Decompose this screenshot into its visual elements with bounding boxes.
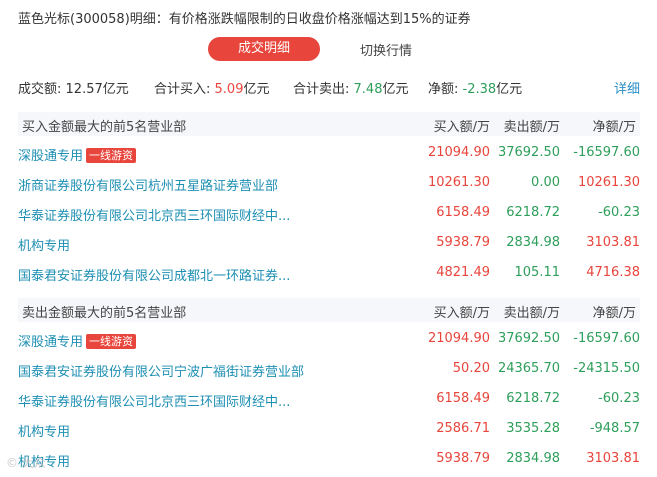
buy-total-value: 5.09 (214, 82, 244, 97)
buy-total-unit: 亿元 (243, 82, 270, 97)
broker-name-text: 国泰君安证券股份有限公司宁波广福街证券营业部 (18, 365, 305, 380)
table-row[interactable]: 华泰证券股份有限公司北京西三环国际财经中... 6158.49 6218.72 -60… (18, 388, 640, 410)
sell-total-unit: 亿元 (382, 82, 409, 97)
broker-name-link[interactable]: 国泰君安证券股份有限公司成都北一环路证券... (18, 265, 290, 284)
hot-money-badge: 一线游资 (86, 334, 137, 349)
net-label: 净额: (428, 82, 459, 97)
sell-amount: 6218.72 (506, 391, 560, 406)
sell-amount: 2834.98 (506, 235, 560, 250)
buy-amount: 50.20 (452, 361, 490, 376)
buy-section-title: 买入金额最大的前5名营业部 (22, 120, 187, 135)
buy-amount: 5938.79 (436, 451, 490, 466)
net-amount: -16597.60 (573, 331, 640, 346)
tab-trade-detail[interactable]: 成交明细 (208, 37, 320, 61)
net-amount: 10261.30 (577, 175, 640, 190)
buy-amount: 10261.30 (427, 175, 490, 190)
sell-amount: 37692.50 (497, 145, 560, 160)
table-row[interactable]: 机构专用 2586.71 3535.28 -948.57 (18, 418, 640, 440)
sell-amount: 6218.72 (506, 205, 560, 220)
broker-name-link[interactable]: 浙商证券股份有限公司杭州五星路证券营业部 (18, 175, 278, 194)
net-amount: 3103.81 (586, 235, 640, 250)
broker-name-text: 深股通专用 (18, 335, 84, 350)
sell-amount: 37692.50 (497, 331, 560, 346)
broker-name-text: 浙商证券股份有限公司杭州五星路证券营业部 (18, 179, 279, 194)
table-row[interactable]: 国泰君安证券股份有限公司成都北一环路证券... 4821.49 105.11 4716… (18, 262, 640, 284)
broker-name-link[interactable]: 深股通专用 一线游资 (18, 145, 137, 164)
sell-amount: 3535.28 (506, 421, 560, 436)
net-summary: 净额: -2.38亿元 (428, 78, 522, 97)
detail-link[interactable]: 详细 (614, 78, 640, 97)
broker-name-text: 华泰证券股份有限公司北京西三环国际财经中... (18, 209, 291, 224)
broker-name-text: 深股通专用 (18, 149, 84, 164)
net-amount: 3103.81 (586, 451, 640, 466)
buy-amount: 21094.90 (427, 331, 490, 346)
turnover-summary: 成交额: 12.57亿元 (18, 78, 129, 97)
net-amount: -948.57 (589, 421, 640, 436)
sell-amount: 2834.98 (506, 451, 560, 466)
table-row[interactable]: 深股通专用 一线游资 21094.90 37692.50 -16597.60 (18, 328, 640, 350)
col-net-header: 净额/万 (592, 306, 636, 321)
buy-section-header: 买入金额最大的前5名营业部 买入额/万 卖出额/万 净额/万 (18, 112, 640, 136)
net-amount: -24315.50 (573, 361, 640, 376)
broker-name-link[interactable]: 华泰证券股份有限公司北京西三环国际财经中... (18, 205, 290, 224)
buy-amount: 5938.79 (436, 235, 490, 250)
net-value: -2.38 (462, 82, 497, 97)
sell-section-header: 卖出金额最大的前5名营业部 买入额/万 卖出额/万 净额/万 (18, 298, 640, 322)
net-amount: -60.23 (598, 391, 640, 406)
buy-amount: 6158.49 (436, 391, 490, 406)
net-amount: -16597.60 (573, 145, 640, 160)
buy-summary: 合计买入: 5.09亿元 (154, 78, 270, 97)
sell-total-value: 7.48 (353, 82, 383, 97)
broker-name-text: 国泰君安证券股份有限公司成都北一环路证券... (18, 269, 291, 284)
sell-amount: 0.00 (531, 175, 560, 190)
buy-amount: 2586.71 (436, 421, 490, 436)
broker-name-link[interactable]: 国泰君安证券股份有限公司宁波广福街证券营业部 (18, 361, 304, 380)
broker-name-text: 机构专用 (18, 425, 71, 440)
buy-total-label: 合计买入: (154, 82, 211, 97)
col-sell-header: 卖出额/万 (503, 120, 560, 135)
tab-switch-quote[interactable]: 切换行情 (330, 40, 442, 59)
turnover-value: 12.57亿元 (65, 82, 129, 97)
net-amount: 4716.38 (586, 265, 640, 280)
tab-bar: 成交明细 切换行情 (208, 37, 442, 61)
table-row[interactable]: 深股通专用 一线游资 21094.90 37692.50 -16597.60 (18, 142, 640, 164)
sell-amount: 24365.70 (497, 361, 560, 376)
net-amount: -60.23 (598, 205, 640, 220)
buy-amount: 4821.49 (436, 265, 490, 280)
sell-total-label: 合计卖出: (293, 82, 350, 97)
broker-name-text: 华泰证券股份有限公司北京西三环国际财经中... (18, 395, 291, 410)
page-title: 蓝色光标(300058)明细：有价格涨跌幅限制的日收盘价格涨幅达到15%的证券 (18, 12, 471, 27)
turnover-label: 成交额: (18, 82, 62, 97)
table-row[interactable]: 机构专用 5938.79 2834.98 3103.81 (18, 448, 640, 470)
broker-name-link[interactable]: 机构专用 (18, 421, 70, 440)
summary-bar: 成交额: 12.57亿元 合计买入: 5.09亿元 合计卖出: 7.48亿元 净… (18, 78, 640, 97)
table-row[interactable]: 机构专用 5938.79 2834.98 3103.81 (18, 232, 640, 254)
col-buy-header: 买入额/万 (433, 306, 490, 321)
broker-name-link[interactable]: 机构专用 (18, 235, 70, 254)
sell-summary: 合计卖出: 7.48亿元 (293, 78, 409, 97)
col-sell-header: 卖出额/万 (503, 306, 560, 321)
net-unit: 亿元 (496, 82, 523, 97)
table-row[interactable]: 国泰君安证券股份有限公司宁波广福街证券营业部 50.20 24365.70 -2431… (18, 358, 640, 380)
broker-name-link[interactable]: 深股通专用 一线游资 (18, 331, 137, 350)
watermark-logo: © 大众 (6, 456, 46, 470)
hot-money-badge: 一线游资 (86, 148, 137, 163)
sell-amount: 105.11 (514, 265, 561, 280)
col-buy-header: 买入额/万 (433, 120, 490, 135)
buy-amount: 6158.49 (436, 205, 490, 220)
sell-section-title: 卖出金额最大的前5名营业部 (22, 306, 187, 321)
col-net-header: 净额/万 (592, 120, 636, 135)
buy-amount: 21094.90 (427, 145, 490, 160)
broker-name-link[interactable]: 华泰证券股份有限公司北京西三环国际财经中... (18, 391, 290, 410)
broker-name-text: 机构专用 (18, 239, 71, 254)
table-row[interactable]: 华泰证券股份有限公司北京西三环国际财经中... 6158.49 6218.72 -60… (18, 202, 640, 224)
table-row[interactable]: 浙商证券股份有限公司杭州五星路证券营业部 10261.30 0.00 10261.30 (18, 172, 640, 194)
